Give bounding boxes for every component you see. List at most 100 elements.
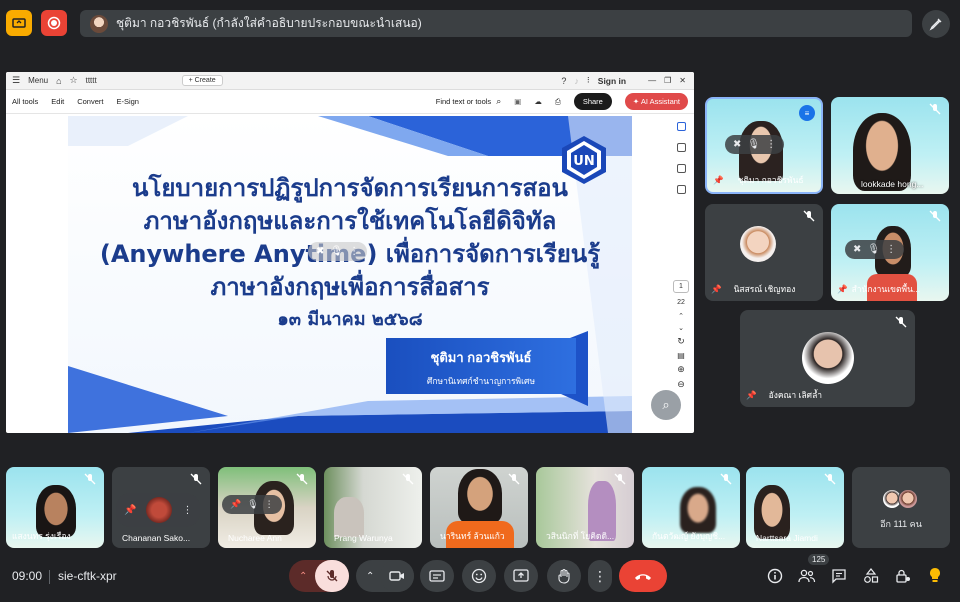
create-button[interactable]: + Create bbox=[181, 75, 223, 86]
pin-icon[interactable]: 📌 bbox=[230, 499, 241, 510]
zoom-in-icon[interactable]: ⊕ bbox=[677, 364, 685, 375]
camera-toggle-button[interactable] bbox=[380, 560, 414, 592]
participant-tile-5[interactable]: 📌 อังคณา เลิศล้ำ bbox=[740, 310, 915, 407]
participant-tile-7[interactable]: 📌 ⋮ Chananan Sako... bbox=[112, 467, 210, 548]
page-current[interactable]: 1 bbox=[673, 280, 689, 293]
more-options-icon[interactable]: ⋮ bbox=[265, 499, 274, 510]
mic-off-icon bbox=[326, 570, 338, 582]
refresh-icon[interactable]: ↻ bbox=[677, 336, 685, 347]
emoji-icon bbox=[471, 568, 487, 584]
participant-video bbox=[754, 485, 790, 539]
share-button[interactable]: Share bbox=[573, 93, 612, 110]
participant-tile-2[interactable]: lookkade hong... bbox=[831, 97, 949, 194]
host-controls-button[interactable] bbox=[893, 566, 913, 586]
pin-icon[interactable]: 📌 bbox=[124, 505, 136, 516]
menu-icon[interactable]: ☰ bbox=[12, 75, 20, 86]
more-options-icon[interactable]: ⋮ bbox=[182, 505, 192, 516]
menu-label[interactable]: Menu bbox=[28, 76, 48, 85]
home-icon[interactable]: ⌂ bbox=[56, 76, 61, 86]
others-count-label: อีก 111 คน bbox=[880, 519, 922, 529]
find-text-label[interactable]: Find text or tools bbox=[436, 97, 491, 106]
participants-button[interactable] bbox=[797, 566, 817, 586]
captions-button[interactable] bbox=[420, 560, 454, 592]
participant-tile-3[interactable]: 📌 นิสสรณ์ เชิญทอง bbox=[705, 204, 823, 301]
participant-name: Nucharee Ann bbox=[228, 533, 282, 543]
zoom-fab-button[interactable]: ⌕ bbox=[651, 390, 681, 420]
participant-tile-8[interactable]: 📌 🎙 ⋮ Nucharee Ann bbox=[218, 467, 316, 548]
mic-off-icon bbox=[803, 210, 815, 222]
present-screen-button[interactable] bbox=[504, 560, 538, 592]
attachment-icon[interactable] bbox=[676, 164, 686, 173]
participant-tile-11[interactable]: วสินนิกที่ โยคิดดิ... bbox=[536, 467, 634, 548]
upload-icon[interactable]: ☁ bbox=[534, 97, 542, 106]
leave-call-button[interactable] bbox=[619, 560, 667, 592]
pin-icon: 📌 bbox=[711, 283, 722, 294]
speaking-indicator-icon: ≡ bbox=[799, 105, 815, 121]
pin-icon[interactable]: ✖ bbox=[853, 244, 861, 255]
pin-icon: 📌 bbox=[746, 389, 757, 400]
participant-avatar bbox=[740, 226, 776, 262]
save-icon[interactable]: ▣ bbox=[514, 97, 521, 106]
edit-tab[interactable]: Edit bbox=[51, 97, 64, 106]
print-icon[interactable]: ⎙ bbox=[555, 97, 561, 107]
annotate-pen-button[interactable] bbox=[922, 10, 950, 38]
create-label: Create bbox=[194, 77, 216, 84]
sign-in-link[interactable]: Sign in bbox=[598, 76, 626, 86]
search-icon[interactable]: ⌕ bbox=[496, 96, 501, 107]
mic-off-icon bbox=[895, 316, 907, 328]
participant-tile-9[interactable]: Prang Warunya bbox=[324, 467, 422, 548]
slide-title-line-4: ภาษาอังกฤษเพื่อการสื่อสาร bbox=[210, 273, 490, 301]
participant-tile-4[interactable]: ✖ 🎙 ⋮ 📌 สำนักงานเขตพื้น... bbox=[831, 204, 949, 301]
pdf-tab[interactable]: ttttt bbox=[86, 76, 174, 85]
recording-icon[interactable] bbox=[41, 10, 67, 36]
star-icon[interactable]: ☆ bbox=[70, 75, 78, 86]
bell-icon[interactable]: ♪ bbox=[574, 76, 579, 86]
page-down-icon[interactable]: ⌄ bbox=[678, 324, 684, 332]
apps-icon[interactable]: ⁝ bbox=[587, 75, 590, 86]
all-tools-tab[interactable]: All tools bbox=[12, 97, 38, 106]
more-options-icon[interactable]: ⋮ bbox=[766, 139, 776, 150]
mic-off-icon bbox=[296, 473, 308, 485]
participant-tile-1[interactable]: ≡ ✖ 🎙 ⋮ 📌 ชุติมา กอวชิรพันธ์ bbox=[705, 97, 823, 194]
screen-share-indicator-icon[interactable] bbox=[6, 10, 32, 36]
chat-button[interactable] bbox=[829, 566, 849, 586]
participant-tile-13[interactable]: Narttsara Jiamdi bbox=[746, 467, 844, 548]
page-up-icon[interactable]: ⌃ bbox=[678, 312, 684, 320]
suggestions-button[interactable] bbox=[925, 566, 945, 586]
maximize-icon[interactable]: ❐ bbox=[664, 76, 671, 85]
close-icon[interactable]: ✕ bbox=[679, 76, 686, 85]
export-icon[interactable]: ▤ bbox=[677, 351, 685, 360]
participant-tile-10[interactable]: นารินทร์ ล้วนแก้ว bbox=[430, 467, 528, 548]
esign-tab[interactable]: E-Sign bbox=[116, 97, 139, 106]
mic-off-icon[interactable]: 🎙 bbox=[247, 499, 258, 510]
pin-icon[interactable]: ✖ bbox=[733, 139, 741, 150]
ai-assistant-button[interactable]: ✦ AI Assistant bbox=[624, 93, 688, 110]
pin-icon[interactable]: ✖ bbox=[316, 246, 324, 257]
mic-off-icon bbox=[84, 473, 96, 485]
comment-icon[interactable] bbox=[676, 122, 686, 131]
participant-tile-6[interactable]: แสงนทร รุ่งเรือง bbox=[6, 467, 104, 548]
more-options-button[interactable]: ⋮ bbox=[588, 560, 612, 592]
pages-icon[interactable] bbox=[676, 185, 686, 194]
meeting-info-button[interactable] bbox=[765, 566, 785, 586]
pin-icon: 📌 bbox=[713, 174, 724, 185]
activities-button[interactable] bbox=[861, 566, 881, 586]
minimize-icon[interactable]: — bbox=[648, 76, 656, 85]
participant-name: กันตวัฒญ์ ยังบุญชิ... bbox=[652, 531, 726, 541]
more-options-icon[interactable]: ⋮ bbox=[349, 246, 359, 257]
mic-off-icon[interactable]: 🎙 bbox=[867, 244, 880, 255]
mic-off-icon[interactable]: 🎙 bbox=[330, 246, 343, 257]
help-icon[interactable]: ? bbox=[561, 76, 566, 86]
more-options-icon[interactable]: ⋮ bbox=[886, 244, 896, 255]
zoom-out-icon[interactable]: ⊖ bbox=[677, 379, 685, 390]
bookmark-icon[interactable] bbox=[676, 143, 686, 152]
raise-hand-button[interactable] bbox=[547, 560, 581, 592]
reactions-button[interactable] bbox=[462, 560, 496, 592]
participant-name: นารินทร์ ล้วนแก้ว bbox=[440, 531, 505, 541]
participant-tile-12[interactable]: กันตวัฒญ์ ยังบุญชิ... bbox=[642, 467, 740, 548]
mic-icon[interactable]: 🎙 bbox=[747, 139, 760, 150]
convert-tab[interactable]: Convert bbox=[77, 97, 103, 106]
microphone-toggle-button[interactable] bbox=[315, 560, 349, 592]
tile-hover-controls: 📌 🎙 ⋮ bbox=[222, 495, 282, 514]
others-tile[interactable]: อีก 111 คน bbox=[852, 467, 950, 548]
